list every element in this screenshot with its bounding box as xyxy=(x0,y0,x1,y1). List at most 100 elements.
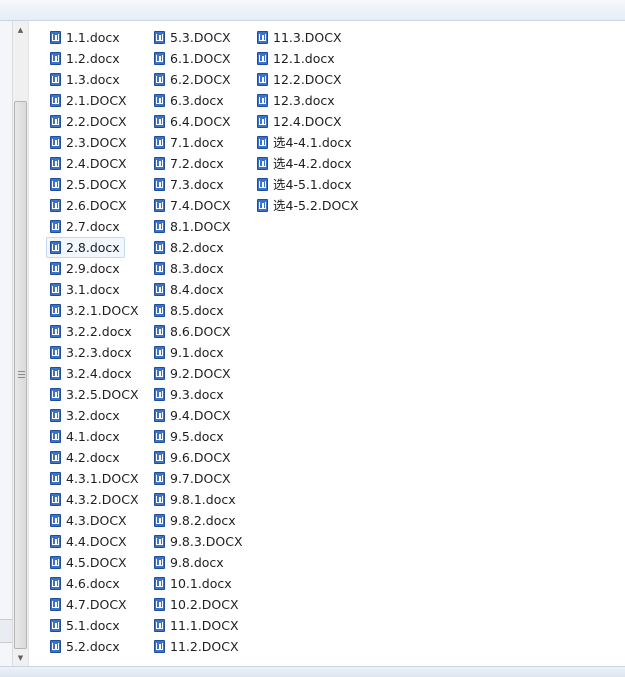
file-item[interactable]: 3.2.3.docx xyxy=(46,342,137,363)
file-item[interactable]: 1.2.docx xyxy=(46,48,125,69)
file-item[interactable]: 9.6.DOCX xyxy=(150,447,236,468)
file-item[interactable]: 7.3.docx xyxy=(150,174,229,195)
word-document-icon xyxy=(50,136,61,149)
file-item[interactable]: 9.2.DOCX xyxy=(150,363,236,384)
file-item[interactable]: 10.2.DOCX xyxy=(150,594,244,615)
file-item[interactable]: 选4-5.1.docx xyxy=(253,174,357,195)
word-document-icon xyxy=(50,220,61,233)
file-name: 3.1.docx xyxy=(66,282,120,297)
file-list-pane[interactable]: 1.1.docx 1.2.docx 1.3.docx 2.1.DOCX 2.2.DOCX… xyxy=(30,21,625,666)
file-name: 4.3.1.DOCX xyxy=(66,471,139,486)
file-item[interactable]: 2.6.DOCX xyxy=(46,195,132,216)
file-item[interactable]: 4.1.docx xyxy=(46,426,125,447)
file-item[interactable]: 4.3.DOCX xyxy=(46,510,132,531)
navigation-pane-item[interactable] xyxy=(0,619,12,643)
file-name: 4.3.2.DOCX xyxy=(66,492,139,507)
file-item[interactable]: 6.3.docx xyxy=(150,90,229,111)
file-name: 8.1.DOCX xyxy=(170,219,231,234)
file-item[interactable]: 2.2.DOCX xyxy=(46,111,132,132)
file-item[interactable]: 选4-5.2.DOCX xyxy=(253,195,364,216)
scroll-thumb[interactable] xyxy=(14,101,27,649)
file-item[interactable]: 6.1.DOCX xyxy=(150,48,236,69)
file-name: 3.2.4.docx xyxy=(66,366,132,381)
file-item[interactable]: 4.2.docx xyxy=(46,447,125,468)
file-item[interactable]: 5.1.docx xyxy=(46,615,125,636)
file-item[interactable]: 10.1.docx xyxy=(150,573,237,594)
file-item[interactable]: 6.4.DOCX xyxy=(150,111,236,132)
file-name: 9.2.DOCX xyxy=(170,366,231,381)
file-item[interactable]: 5.2.docx xyxy=(46,636,125,657)
file-item[interactable]: 6.2.DOCX xyxy=(150,69,236,90)
file-name: 2.9.docx xyxy=(66,261,120,276)
file-item[interactable]: 选4-4.2.docx xyxy=(253,153,357,174)
file-item[interactable]: 12.4.DOCX xyxy=(253,111,347,132)
file-item[interactable]: 9.7.DOCX xyxy=(150,468,236,489)
file-item[interactable]: 选4-4.1.docx xyxy=(253,132,357,153)
file-item[interactable]: 9.8.1.docx xyxy=(150,489,241,510)
file-item[interactable]: 8.3.docx xyxy=(150,258,229,279)
file-item[interactable]: 4.7.DOCX xyxy=(46,594,132,615)
file-item[interactable]: 4.5.DOCX xyxy=(46,552,132,573)
word-document-icon xyxy=(50,346,61,359)
file-item[interactable]: 11.2.DOCX xyxy=(150,636,244,657)
file-item[interactable]: 2.8.docx xyxy=(46,237,125,258)
file-item[interactable]: 8.6.DOCX xyxy=(150,321,236,342)
file-item[interactable]: 8.5.docx xyxy=(150,300,229,321)
file-item[interactable]: 4.3.2.DOCX xyxy=(46,489,144,510)
file-item[interactable]: 8.2.docx xyxy=(150,237,229,258)
file-item[interactable]: 12.2.DOCX xyxy=(253,69,347,90)
file-item[interactable]: 9.8.docx xyxy=(150,552,229,573)
word-document-icon xyxy=(154,304,165,317)
file-item[interactable]: 7.1.docx xyxy=(150,132,229,153)
window-bottom-bar xyxy=(0,666,625,677)
file-name: 8.4.docx xyxy=(170,282,224,297)
file-item[interactable]: 2.1.DOCX xyxy=(46,90,132,111)
word-document-icon xyxy=(50,283,61,296)
word-document-icon xyxy=(154,325,165,338)
file-name: 9.3.docx xyxy=(170,387,224,402)
word-document-icon xyxy=(154,409,165,422)
navigation-pane[interactable] xyxy=(0,21,12,666)
file-item[interactable]: 3.2.docx xyxy=(46,405,125,426)
file-item[interactable]: 7.2.docx xyxy=(150,153,229,174)
vertical-scrollbar[interactable]: ▲ ▼ xyxy=(12,21,29,666)
file-item[interactable]: 3.2.4.docx xyxy=(46,363,137,384)
file-item[interactable]: 11.3.DOCX xyxy=(253,27,347,48)
file-name: 5.3.DOCX xyxy=(170,30,231,45)
file-item[interactable]: 9.8.3.DOCX xyxy=(150,531,248,552)
file-item[interactable]: 9.3.docx xyxy=(150,384,229,405)
file-item[interactable]: 3.2.5.DOCX xyxy=(46,384,144,405)
file-item[interactable]: 12.3.docx xyxy=(253,90,340,111)
file-name: 9.6.DOCX xyxy=(170,450,231,465)
file-item[interactable]: 11.1.DOCX xyxy=(150,615,244,636)
file-name: 2.5.DOCX xyxy=(66,177,127,192)
file-item[interactable]: 2.9.docx xyxy=(46,258,125,279)
file-item[interactable]: 4.6.docx xyxy=(46,573,125,594)
file-item[interactable]: 8.4.docx xyxy=(150,279,229,300)
file-item[interactable]: 9.5.docx xyxy=(150,426,229,447)
scroll-up-arrow-icon[interactable]: ▲ xyxy=(13,21,28,38)
file-item[interactable]: 9.4.DOCX xyxy=(150,405,236,426)
file-item[interactable]: 3.2.2.docx xyxy=(46,321,137,342)
word-document-icon xyxy=(50,493,61,506)
file-name: 选4-5.2.DOCX xyxy=(273,198,359,213)
file-item[interactable]: 7.4.DOCX xyxy=(150,195,236,216)
file-item[interactable]: 9.8.2.docx xyxy=(150,510,241,531)
file-item[interactable]: 2.4.DOCX xyxy=(46,153,132,174)
file-item[interactable]: 9.1.docx xyxy=(150,342,229,363)
file-item[interactable]: 5.3.DOCX xyxy=(150,27,236,48)
file-item[interactable]: 12.1.docx xyxy=(253,48,340,69)
file-item[interactable]: 2.5.DOCX xyxy=(46,174,132,195)
word-document-icon xyxy=(50,94,61,107)
file-item[interactable]: 4.4.DOCX xyxy=(46,531,132,552)
word-document-icon xyxy=(154,31,165,44)
file-item[interactable]: 8.1.DOCX xyxy=(150,216,236,237)
file-item[interactable]: 2.3.DOCX xyxy=(46,132,132,153)
file-item[interactable]: 3.2.1.DOCX xyxy=(46,300,144,321)
file-item[interactable]: 4.3.1.DOCX xyxy=(46,468,144,489)
file-item[interactable]: 1.3.docx xyxy=(46,69,125,90)
file-item[interactable]: 2.7.docx xyxy=(46,216,125,237)
file-item[interactable]: 3.1.docx xyxy=(46,279,125,300)
file-item[interactable]: 1.1.docx xyxy=(46,27,125,48)
scroll-down-arrow-icon[interactable]: ▼ xyxy=(13,649,28,666)
